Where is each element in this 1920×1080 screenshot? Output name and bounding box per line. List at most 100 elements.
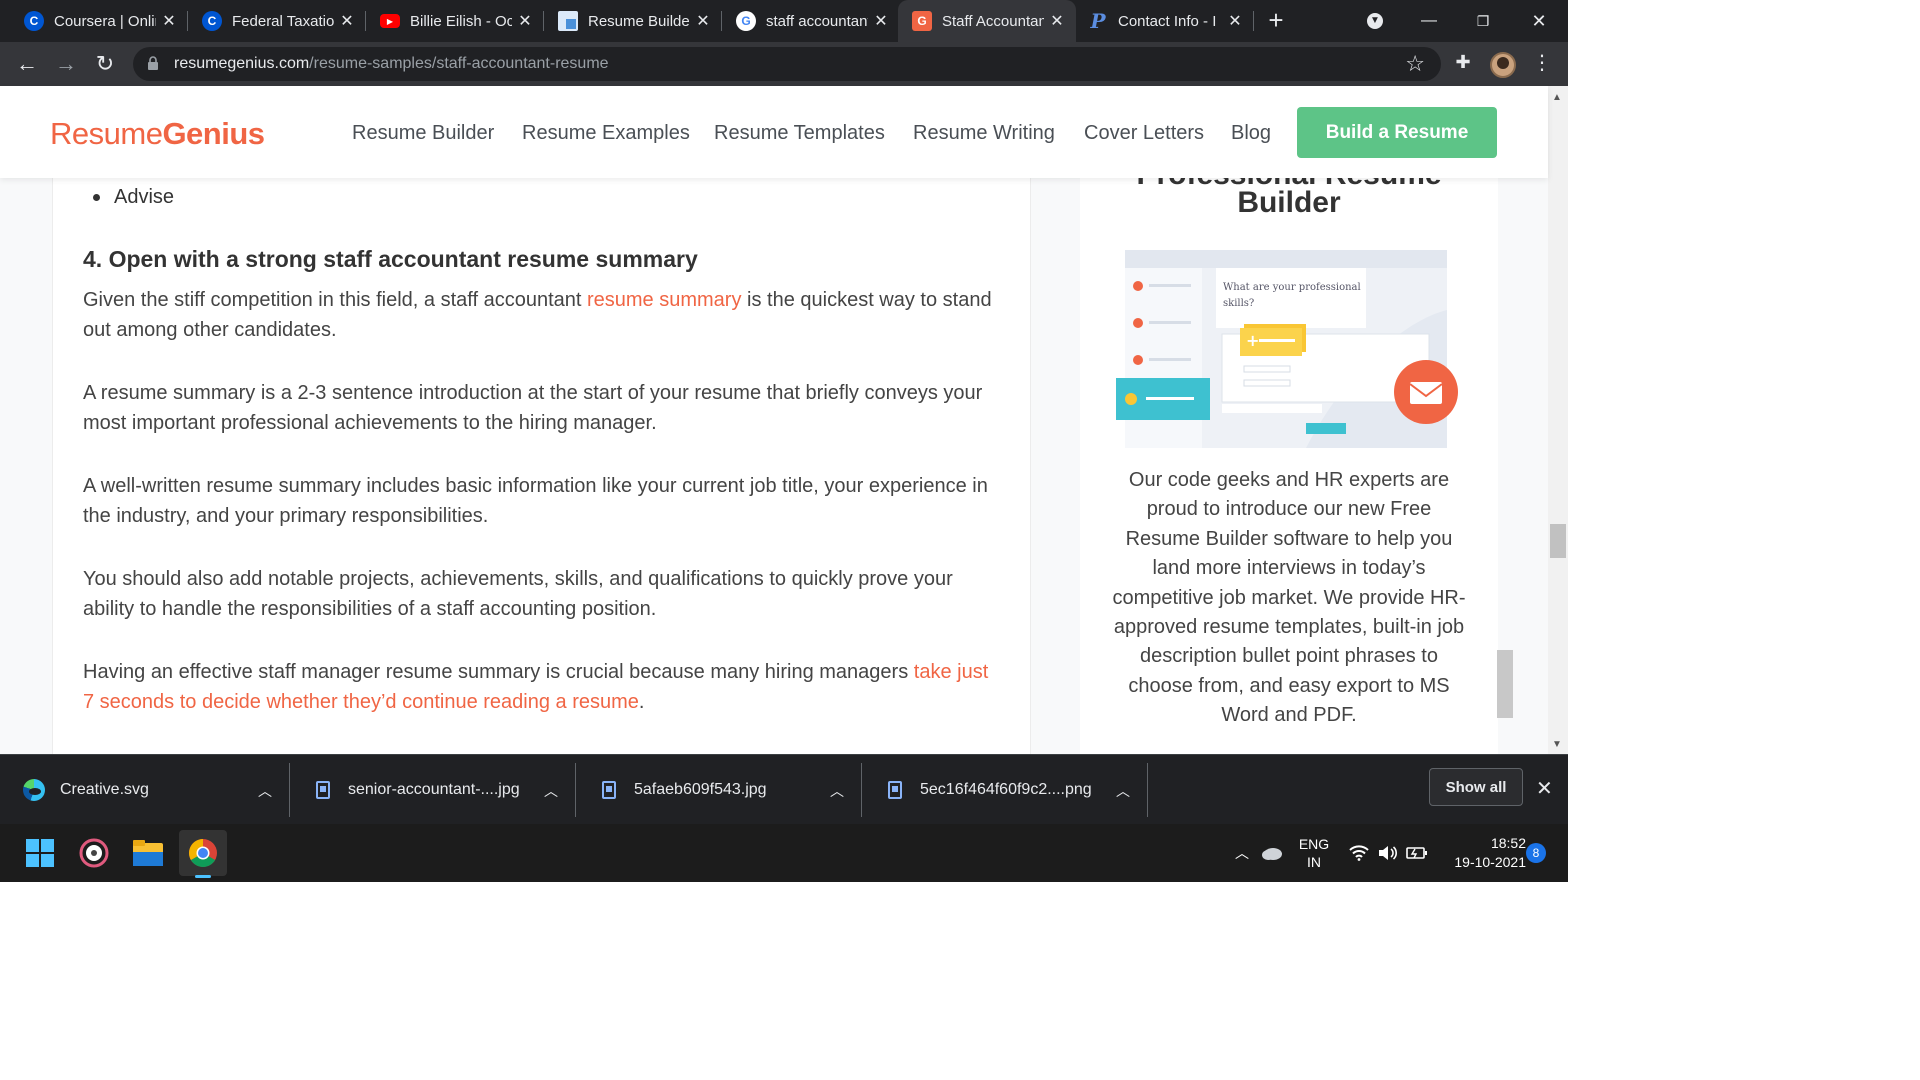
- paragraph-5: Having an effective staff manager resume…: [83, 661, 989, 713]
- tab-contact-info[interactable]: P Contact Info - I ✕: [1076, 0, 1254, 42]
- lock-icon: [148, 56, 158, 70]
- coursera-icon: C: [24, 11, 44, 31]
- show-all-downloads-button[interactable]: Show all: [1429, 768, 1523, 806]
- profile-avatar[interactable]: [1490, 52, 1516, 78]
- tab-title: Staff Accountant: [942, 12, 1044, 30]
- reload-icon[interactable]: ↻: [91, 50, 119, 78]
- tab-resume-builder[interactable]: Resume Builder ✕: [534, 0, 722, 42]
- forward-icon[interactable]: →: [52, 50, 80, 78]
- google-icon: G: [736, 11, 756, 31]
- tab-title: staff accountant: [766, 12, 868, 30]
- language-indicator[interactable]: ENG IN: [1292, 824, 1336, 882]
- battery-icon[interactable]: [1404, 824, 1430, 882]
- edge-icon: [23, 779, 45, 801]
- resume-summary-link[interactable]: resume summary: [587, 289, 741, 311]
- windows-taskbar: ︿ ENG IN 18:52 19-10-2021 8: [0, 824, 1568, 882]
- download-filename: 5ec16f464f60f9c2....png: [920, 781, 1092, 798]
- chevron-up-icon[interactable]: ︿: [830, 781, 844, 801]
- sidebar-builder-promo: Professional Resume Builder What are you…: [1080, 178, 1498, 754]
- scroll-up-icon[interactable]: ▲: [1552, 92, 1562, 103]
- chevron-up-icon[interactable]: ︿: [1230, 824, 1254, 882]
- tab-coursera[interactable]: C Coursera | Online ✕: [0, 0, 188, 42]
- paragraph-4: You should also add notable projects, ac…: [83, 568, 953, 620]
- notification-badge[interactable]: 8: [1526, 824, 1546, 882]
- chevron-up-icon[interactable]: ︿: [258, 781, 272, 801]
- image-file-icon: [316, 781, 330, 799]
- p-icon: P: [1090, 9, 1106, 33]
- file-explorer-icon[interactable]: [129, 834, 167, 872]
- language-code: ENG: [1298, 836, 1330, 852]
- wifi-icon[interactable]: [1346, 824, 1372, 882]
- windows-start-icon[interactable]: [21, 834, 59, 872]
- media-player-icon[interactable]: [75, 834, 113, 872]
- tab-title: Contact Info - I: [1118, 12, 1217, 30]
- sidebar-scroll-handle[interactable]: [1497, 650, 1513, 718]
- svg-text:What are your professional: What are your professional: [1223, 282, 1361, 293]
- page-scrollbar[interactable]: ▲ ▼: [1548, 86, 1568, 754]
- minimize-icon[interactable]: —: [1406, 0, 1452, 42]
- time: 18:52: [1490, 835, 1526, 851]
- tab-staff-accountant[interactable]: G Staff Accountant ✕: [898, 0, 1076, 42]
- extensions-icon[interactable]: ✚: [1452, 52, 1474, 74]
- tab-youtube[interactable]: ▶ Billie Eilish - Oc ✕: [356, 0, 544, 42]
- tab-title: Resume Builder: [588, 12, 690, 30]
- nav-resume-writing[interactable]: Resume Writing: [913, 122, 1055, 145]
- tab-search-icon[interactable]: ▼: [1352, 0, 1398, 42]
- download-item[interactable]: 5ec16f464f60f9c2....png ︿: [862, 755, 1148, 825]
- svg-text:skills?: skills?: [1223, 298, 1254, 309]
- region-code: IN: [1307, 854, 1321, 870]
- section-heading: 4. Open with a strong staff accountant r…: [83, 246, 698, 272]
- tab-title: Coursera | Online: [54, 12, 156, 30]
- back-icon[interactable]: ←: [13, 50, 41, 78]
- bookmark-star-icon[interactable]: ☆: [1405, 51, 1425, 77]
- nav-blog[interactable]: Blog: [1231, 122, 1271, 145]
- onedrive-icon[interactable]: [1258, 824, 1286, 882]
- list-item: Advise: [93, 186, 174, 209]
- resumegenius-logo[interactable]: ResumeGenius: [50, 116, 265, 152]
- tab-title: Billie Eilish - Oc: [410, 12, 512, 30]
- close-icon[interactable]: ✕: [1044, 11, 1070, 31]
- tab-federal-taxation[interactable]: C Federal Taxation ✕: [178, 0, 366, 42]
- tab-strip: C Coursera | Online ✕ C Federal Taxation…: [0, 0, 1568, 42]
- sidebar-description: Our code geeks and HR experts are proud …: [1112, 469, 1466, 727]
- nav-resume-examples[interactable]: Resume Examples: [522, 122, 690, 145]
- download-item[interactable]: Creative.svg ︿: [0, 755, 290, 825]
- chevron-up-icon[interactable]: ︿: [544, 781, 558, 801]
- download-filename: Creative.svg: [60, 781, 149, 798]
- tab-title: Federal Taxation: [232, 12, 334, 30]
- paragraph-1: Given the stiff competition in this fiel…: [83, 289, 992, 341]
- address-bar[interactable]: resumegenius.com/resume-samples/staff-ac…: [133, 47, 1441, 81]
- build-a-resume-button[interactable]: Build a Resume: [1297, 107, 1497, 158]
- download-filename: 5afaeb609f543.jpg: [634, 781, 767, 798]
- nav-resume-builder[interactable]: Resume Builder: [352, 122, 494, 145]
- nav-resume-templates[interactable]: Resume Templates: [714, 122, 885, 145]
- close-icon[interactable]: ✕: [1222, 11, 1248, 31]
- download-item[interactable]: senior-accountant-....jpg ︿: [290, 755, 576, 825]
- download-item[interactable]: 5afaeb609f543.jpg ︿: [576, 755, 862, 825]
- clock[interactable]: 18:52 19-10-2021: [1438, 824, 1526, 882]
- page-content: Advise 4. Open with a strong staff accou…: [0, 178, 1548, 754]
- site-header: ResumeGenius Resume Builder Resume Examp…: [0, 86, 1548, 178]
- tab-google-search[interactable]: G staff accountant ✕: [712, 0, 900, 42]
- browser-menu-icon[interactable]: ⋮: [1532, 52, 1552, 76]
- restore-icon[interactable]: ❐: [1460, 0, 1506, 42]
- paragraph-2: A resume summary is a 2-3 sentence intro…: [83, 382, 983, 434]
- download-shelf: Creative.svg ︿ senior-accountant-....jpg…: [0, 754, 1568, 824]
- chevron-up-icon[interactable]: ︿: [1116, 781, 1130, 801]
- resume-builder-icon: [558, 11, 578, 31]
- chrome-taskbar-icon[interactable]: [179, 830, 227, 878]
- resumegenius-icon: G: [912, 11, 932, 31]
- window-close-icon[interactable]: ✕: [1516, 0, 1562, 42]
- nav-cover-letters[interactable]: Cover Letters: [1084, 122, 1204, 145]
- close-shelf-icon[interactable]: ✕: [1536, 776, 1553, 801]
- close-icon[interactable]: ✕: [868, 11, 894, 31]
- volume-icon[interactable]: [1376, 824, 1400, 882]
- sidebar-title: Builder: [1237, 186, 1341, 219]
- scrollbar-thumb[interactable]: [1550, 524, 1566, 558]
- download-filename: senior-accountant-....jpg: [348, 781, 520, 798]
- new-tab-button[interactable]: +: [1262, 7, 1290, 35]
- paragraph-3: A well-written resume summary includes b…: [83, 475, 988, 527]
- scroll-down-icon[interactable]: ▼: [1552, 739, 1562, 750]
- resume-builder-illustration: What are your professional skills? +: [1116, 250, 1458, 448]
- browser-toolbar: ← → ↻ resumegenius.com/resume-samples/st…: [0, 42, 1568, 86]
